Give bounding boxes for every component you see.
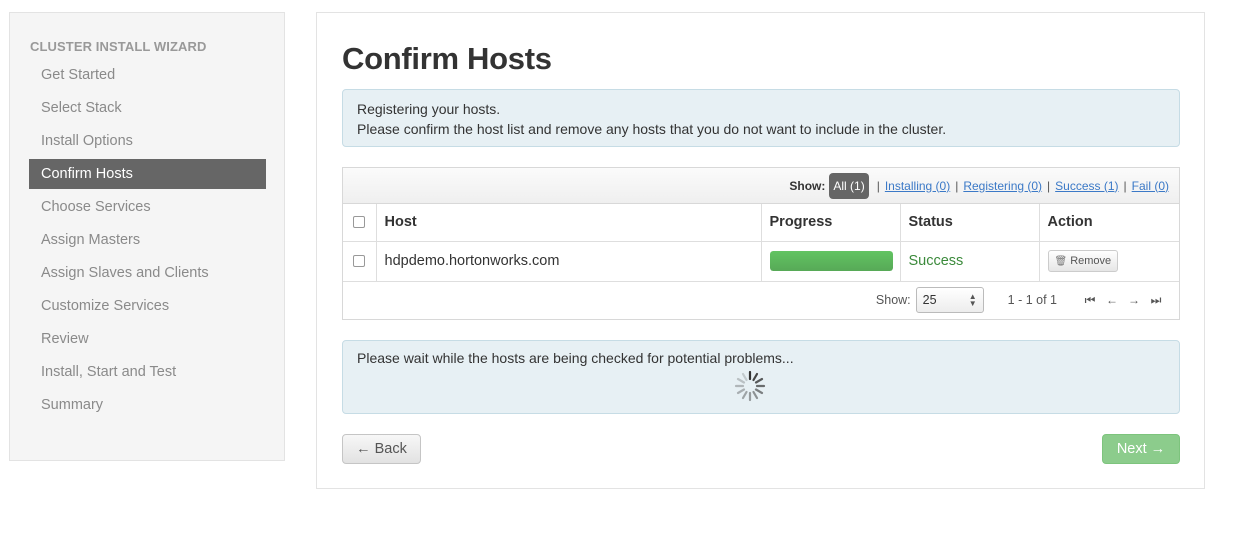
filter-all[interactable]: All (1): [829, 172, 869, 199]
sidebar-item-choose-services: Choose Services: [41, 199, 151, 215]
filter-success[interactable]: Success (1): [1055, 179, 1118, 193]
wizard-sidebar: CLUSTER INSTALL WIZARD Get Started Selec…: [9, 12, 285, 461]
filter-registering[interactable]: Registering (0): [963, 179, 1042, 193]
sidebar-item-select-stack[interactable]: Select Stack: [29, 92, 266, 125]
table-pagination: Show: 25 ▲ ▼ 1 - 1 of 1 ⏮︎ ← → ⏭︎: [343, 282, 1179, 319]
sidebar-item-get-started[interactable]: Get Started: [29, 59, 266, 92]
select-all-cell: [343, 204, 377, 242]
hosts-table: Host Progress Status Action hdpdemo.hort…: [343, 204, 1179, 282]
sidebar-item-customize-services: Customize Services: [41, 298, 170, 314]
remove-button-label: Remove: [1070, 255, 1112, 267]
trash-icon: 🗑: [1054, 255, 1068, 267]
column-header-action: Action: [1039, 204, 1179, 242]
next-page-icon[interactable]: →: [1123, 293, 1145, 307]
sidebar-header: CLUSTER INSTALL WIZARD: [30, 39, 207, 54]
column-header-host[interactable]: Host: [376, 204, 762, 242]
info-line-2: Please confirm the host list and remove …: [357, 121, 947, 137]
table-row: hdpdemo.hortonworks.com Success 🗑 Remove: [343, 241, 1179, 282]
row-checkbox[interactable]: [353, 255, 365, 268]
wizard-steps: Get Started Select Stack Install Options…: [29, 59, 266, 422]
page-range: 1 - 1 of 1: [1007, 293, 1057, 307]
remove-button[interactable]: 🗑 Remove: [1047, 250, 1119, 272]
main-panel: Confirm Hosts Registering your hosts. Pl…: [316, 12, 1205, 489]
filter-separator: |: [955, 178, 959, 193]
sidebar-item-assign-slaves: Assign Slaves and Clients: [41, 265, 209, 281]
column-header-progress: Progress: [761, 204, 901, 242]
filter-fail[interactable]: Fail (0): [1132, 179, 1169, 193]
action-cell: 🗑 Remove: [1039, 241, 1179, 282]
sidebar-item-confirm-hosts[interactable]: Confirm Hosts: [29, 159, 266, 189]
column-header-status: Status: [900, 204, 1040, 242]
page-title: Confirm Hosts: [342, 41, 552, 76]
select-arrows-icon: ▲ ▼: [968, 292, 977, 308]
progress-cell: [761, 241, 901, 282]
select-all-checkbox[interactable]: [353, 216, 365, 229]
host-check-alert: Please wait while the hosts are being ch…: [342, 340, 1180, 414]
sidebar-item-summary: Summary: [41, 397, 104, 413]
info-line-1: Registering your hosts.: [357, 101, 501, 117]
sidebar-item-install-options[interactable]: Install Options: [29, 125, 266, 158]
previous-page-icon[interactable]: ←: [1101, 293, 1123, 307]
checking-message: Please wait while the hosts are being ch…: [357, 350, 794, 366]
filter-label: Show:: [789, 178, 826, 193]
status-cell: Success: [900, 241, 1040, 282]
page-size-label: Show:: [875, 293, 911, 307]
page-size-value: 25: [922, 293, 937, 307]
page-size-select[interactable]: 25 ▲ ▼: [915, 287, 984, 313]
table-header-row: Host Progress Status Action: [343, 204, 1179, 242]
hosts-table-box: Show: All (1) | Installing (0) | Registe…: [342, 167, 1180, 320]
host-filter-bar: Show: All (1) | Installing (0) | Registe…: [343, 168, 1179, 204]
sidebar-item-assign-masters: Assign Masters: [41, 232, 141, 248]
registering-info-alert: Registering your hosts. Please confirm t…: [342, 89, 1180, 147]
filter-separator: |: [1047, 178, 1051, 193]
progress-bar-fill: [769, 251, 893, 271]
status-text[interactable]: Success: [909, 253, 964, 269]
back-button[interactable]: ← Back: [342, 434, 421, 464]
filter-separator: |: [1123, 178, 1127, 193]
row-select-cell: [343, 241, 377, 282]
sidebar-item-install-start-test: Install, Start and Test: [41, 364, 177, 380]
host-name: hdpdemo.hortonworks.com: [376, 241, 762, 282]
filter-separator: |: [876, 178, 880, 193]
loading-spinner-icon: [734, 370, 766, 402]
filter-installing[interactable]: Installing (0): [885, 179, 950, 193]
sidebar-item-review: Review: [41, 331, 89, 347]
progress-bar: [769, 251, 893, 271]
next-button[interactable]: Next →: [1102, 434, 1180, 464]
last-page-icon[interactable]: ⏭︎: [1145, 293, 1167, 308]
first-page-icon[interactable]: ⏮︎: [1079, 293, 1101, 308]
